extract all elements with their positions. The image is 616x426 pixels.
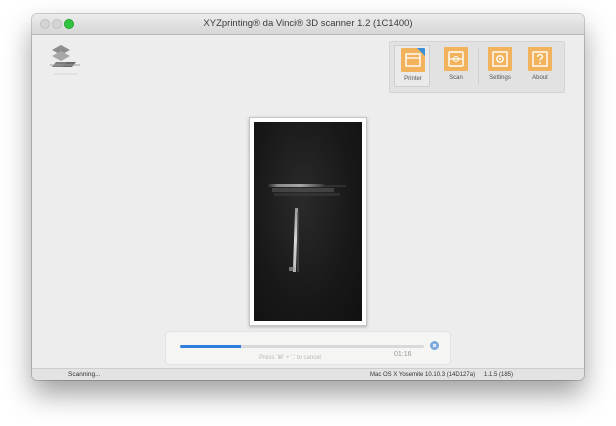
logo-icon xyxy=(48,41,86,77)
toolbar-scan-label: Scan xyxy=(449,75,463,81)
cancel-icon[interactable] xyxy=(430,341,439,350)
main-toolbar: Printer Scan Settings About xyxy=(389,41,565,93)
status-bar: Scanning... Mac OS X Yosemite 10.10.3 (1… xyxy=(32,368,584,380)
toolbar-settings-button[interactable]: Settings xyxy=(482,45,518,87)
elapsed-time: 01:16 xyxy=(394,351,412,358)
settings-icon xyxy=(488,47,512,71)
toolbar-about-label: About xyxy=(532,75,548,81)
toolbar-printer-label: Printer xyxy=(404,76,422,82)
about-icon xyxy=(528,47,552,71)
toolbar-scan-button[interactable]: Scan xyxy=(438,45,474,87)
status-text: Scanning... xyxy=(68,371,101,378)
scan-preview-image xyxy=(254,122,362,321)
title-bar[interactable]: XYZprinting® da Vinci® 3D scanner 1.2 (1… xyxy=(32,14,584,35)
toolbar-about-button[interactable]: About xyxy=(522,45,558,87)
app-version: 1.1.5 (185) xyxy=(484,371,514,378)
toolbar-settings-label: Settings xyxy=(489,75,511,81)
window-title: XYZprinting® da Vinci® 3D scanner 1.2 (1… xyxy=(203,18,413,29)
scan-icon xyxy=(444,47,468,71)
scan-preview-frame xyxy=(249,117,367,326)
app-window: XYZprinting® da Vinci® 3D scanner 1.2 (1… xyxy=(32,14,584,380)
cancel-hint: Press '⌘' + '.' to cancel xyxy=(259,355,321,361)
toolbar-divider xyxy=(478,48,479,84)
toolbar-printer-button[interactable]: Printer xyxy=(394,45,430,87)
scan-progress-panel: Press '⌘' + '.' to cancel 01:16 xyxy=(166,332,450,364)
os-version: Mac OS X Yosemite 10.10.3 (14D127a) xyxy=(370,371,476,378)
printer-icon xyxy=(401,48,425,72)
scan-progress-fill xyxy=(180,345,241,348)
scan-progress-bar xyxy=(180,345,424,348)
